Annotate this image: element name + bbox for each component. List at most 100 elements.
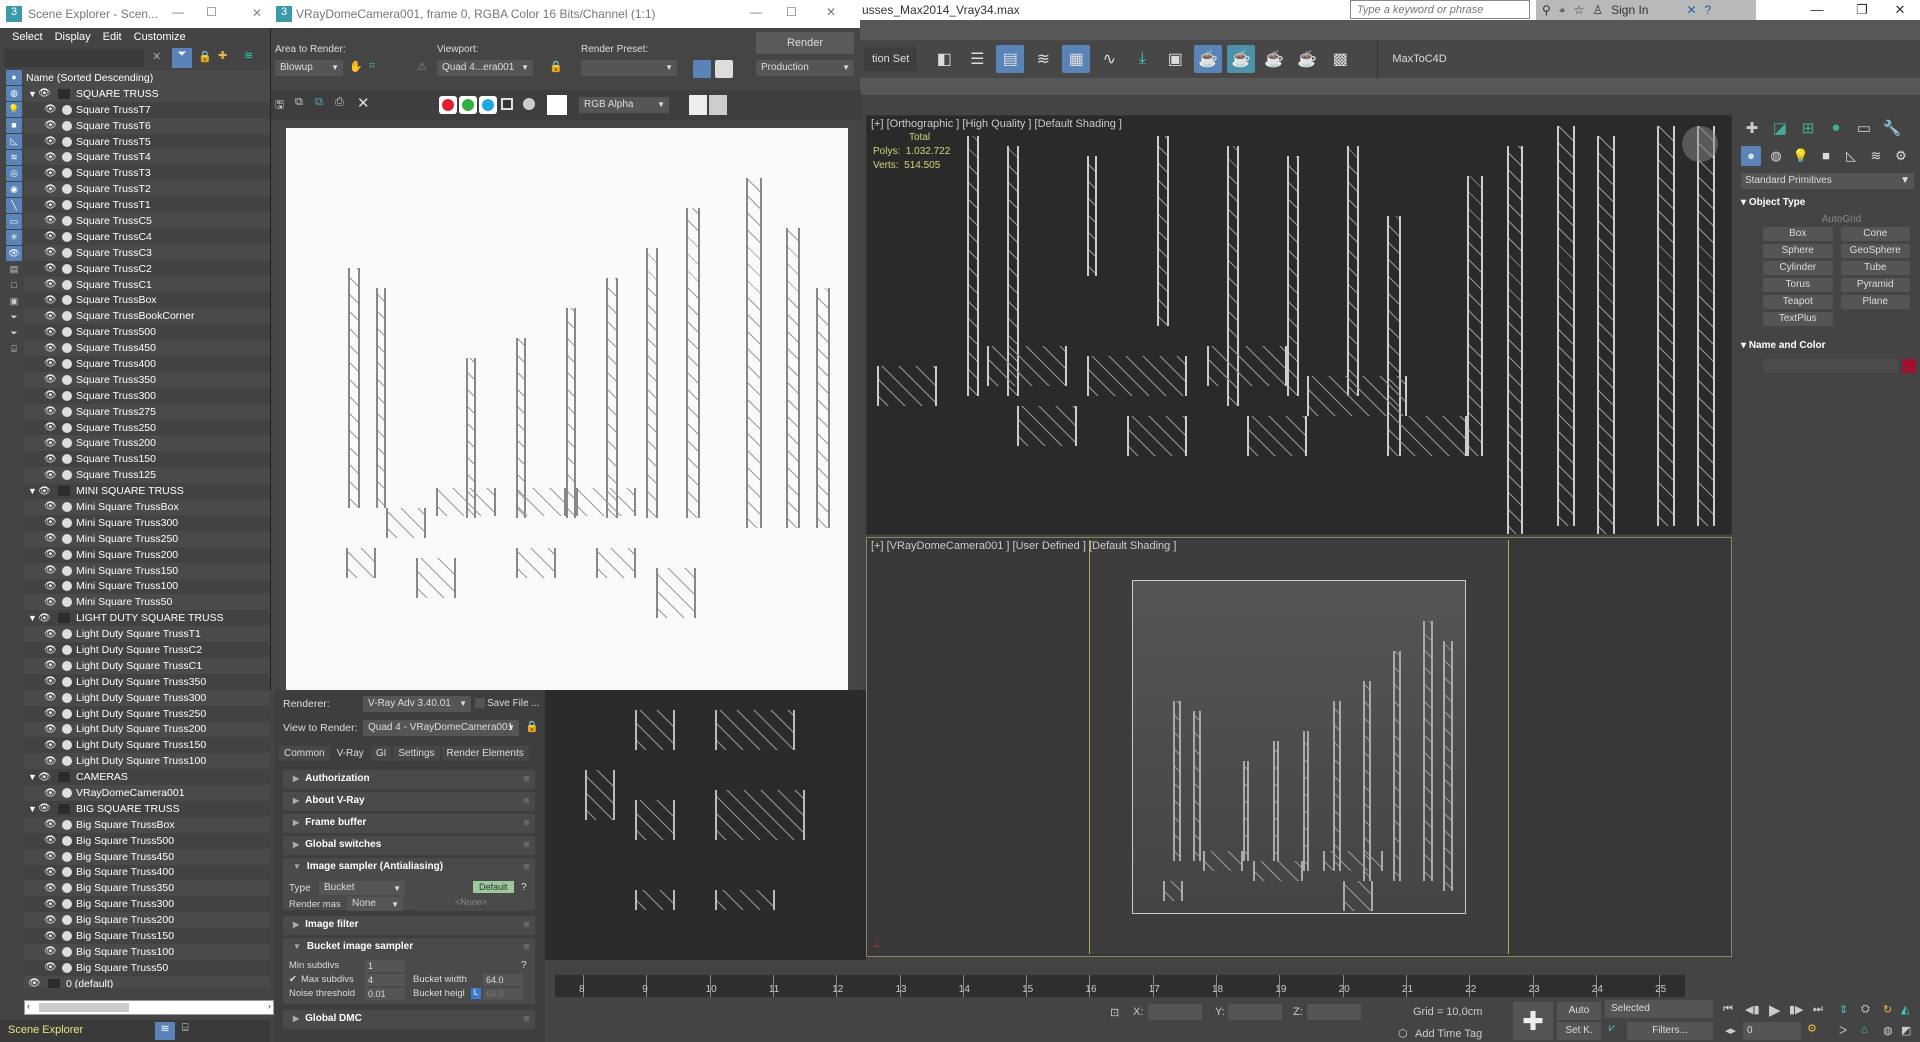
object-type-rollout[interactable]: ▾ Object Type xyxy=(1735,193,1920,212)
create-torus-button[interactable]: Torus xyxy=(1763,278,1833,292)
create-sphere-button[interactable]: Sphere xyxy=(1763,244,1833,258)
sort-by-layer-icon[interactable]: ≋ xyxy=(155,1022,175,1040)
object-row[interactable]: 👁 Light Duty Square TrussT1 xyxy=(24,626,270,643)
name-color-rollout[interactable]: ▾ Name and Color xyxy=(1735,336,1920,355)
category-dropdown[interactable]: Standard Primitives ▼ xyxy=(1741,173,1914,189)
object-row[interactable]: 👁 Square TrussT1 xyxy=(24,197,270,214)
object-row[interactable]: 👁 Light Duty Square Truss350 xyxy=(24,673,270,690)
key-filter-dropdown[interactable]: Selected xyxy=(1605,1000,1713,1018)
help-button[interactable]: ? xyxy=(521,882,527,893)
zoom-all-icon[interactable]: ⛭ xyxy=(1861,1003,1870,1016)
render-setup-icon[interactable]: ☕ xyxy=(1194,45,1223,73)
find-input[interactable] xyxy=(4,49,144,67)
object-row[interactable]: 👁 Light Duty Square TrussC2 xyxy=(24,642,270,658)
object-row[interactable]: 👁 Big Square Truss100 xyxy=(24,943,270,960)
rollout-about-vray[interactable]: ▶ About V-Ray xyxy=(283,792,535,811)
render-setup-icon[interactable] xyxy=(693,60,711,78)
viewport-label[interactable]: [+] [Orthographic ] [High Quality ] [Def… xyxy=(871,118,1122,130)
object-row[interactable]: 👁 Square TrussC5 xyxy=(24,213,270,229)
object-row[interactable]: 👁 Light Duty Square TrussC1 xyxy=(24,657,270,674)
scroll-left-icon[interactable]: ‹ xyxy=(27,1001,30,1011)
max-subdivs-checkbox[interactable]: ✔ xyxy=(289,974,297,985)
previous-frame-icon[interactable]: ◀▮ xyxy=(1745,1003,1760,1016)
material-editor-icon[interactable]: ▣ xyxy=(1161,45,1189,73)
object-row[interactable]: 👁 Square Truss300 xyxy=(24,387,270,404)
eye-icon[interactable]: 👁 xyxy=(44,946,58,957)
expand-toggle-icon[interactable]: ▼ xyxy=(28,613,38,623)
create-box-button[interactable]: Box xyxy=(1763,227,1833,241)
eye-icon[interactable]: 👁 xyxy=(44,247,58,258)
sampler-type-dropdown[interactable]: Bucket xyxy=(319,881,405,895)
eye-icon[interactable]: 👁 xyxy=(44,184,58,195)
orbit-icon[interactable]: ↻ xyxy=(1883,1003,1892,1016)
display-correction-icon[interactable] xyxy=(689,95,707,115)
eye-icon[interactable]: 👁 xyxy=(44,740,58,751)
set-key-button[interactable]: Set K. xyxy=(1557,1022,1601,1040)
eye-icon[interactable]: 👁 xyxy=(44,724,58,735)
copy-icon[interactable]: ⧉ xyxy=(315,96,323,109)
bucket-height-spinner[interactable]: 64.0 xyxy=(483,988,523,1000)
binoculars-icon[interactable]: ⚲ xyxy=(1542,3,1551,17)
object-row[interactable]: 👁 Light Duty Square Truss150 xyxy=(24,737,270,754)
tab-gi[interactable]: GI xyxy=(370,746,392,761)
eye-icon[interactable]: 👁 xyxy=(44,120,58,131)
horizontal-scrollbar[interactable]: ‹ › xyxy=(24,1000,274,1015)
eye-icon[interactable]: 👁 xyxy=(44,915,58,926)
create-tab-icon[interactable]: ✚ xyxy=(1741,119,1763,139)
object-row[interactable]: 👁 Square Truss350 xyxy=(24,371,270,388)
filters-button[interactable]: Filters... xyxy=(1627,1022,1713,1040)
viewport-orthographic[interactable]: [+] [Orthographic ] [High Quality ] [Def… xyxy=(866,115,1732,535)
y-coordinate-field[interactable] xyxy=(1228,1004,1282,1020)
eye-icon[interactable]: 👁 xyxy=(44,819,58,830)
eye-icon[interactable]: 👁 xyxy=(44,517,58,528)
object-color-swatch[interactable] xyxy=(1902,359,1916,373)
object-row[interactable]: 👁 Light Duty Square Truss250 xyxy=(24,705,270,722)
invert-icon[interactable]: ▣ xyxy=(6,294,22,309)
object-name-field[interactable] xyxy=(1763,359,1916,373)
cameras-filter-icon[interactable]: ■ xyxy=(6,118,22,133)
rollout-frame-buffer[interactable]: ▶ Frame buffer xyxy=(283,814,535,833)
object-row[interactable]: 👁 Big Square Truss500 xyxy=(24,832,270,849)
alpha-channel-icon[interactable] xyxy=(501,98,513,110)
lights-icon[interactable]: 💡 xyxy=(1791,146,1811,166)
left-viewport-fragment[interactable] xyxy=(545,690,866,960)
object-row[interactable]: 👁 Mini Square TrussBox xyxy=(24,499,270,515)
red-channel-toggle[interactable] xyxy=(439,96,457,114)
add-time-tag-button[interactable]: Add Time Tag xyxy=(1415,1028,1482,1040)
object-row[interactable]: 👁 Square TrussT4 xyxy=(24,149,270,166)
channel-dropdown[interactable]: RGB Alpha xyxy=(579,97,669,113)
geometry-filter-icon[interactable]: ● xyxy=(6,70,22,85)
lock-icon[interactable]: 🔒 xyxy=(525,720,539,733)
eye-icon[interactable]: 👁 xyxy=(44,136,58,147)
save-file-checkbox[interactable] xyxy=(475,698,485,708)
eye-icon[interactable]: 👁 xyxy=(44,358,58,369)
maximize-button[interactable]: ☐ xyxy=(206,5,217,19)
cameras-icon[interactable]: ■ xyxy=(1816,146,1836,166)
object-row[interactable]: 👁 Square TrussT7 xyxy=(24,101,270,118)
clear-search-icon[interactable]: ✕ xyxy=(152,50,161,63)
object-row[interactable]: 👁 Big Square Truss50 xyxy=(24,959,270,976)
add-layer-icon[interactable]: ✚ xyxy=(218,49,227,62)
eye-icon[interactable]: 👁 xyxy=(44,931,58,942)
layer-row[interactable]: ▼ 👁 CAMERAS xyxy=(24,769,270,786)
object-row[interactable]: 👁 Mini Square Truss250 xyxy=(24,530,270,547)
hierarchy-icon[interactable]: ⌸ xyxy=(6,342,22,357)
object-row[interactable]: 👁 Square Truss400 xyxy=(24,356,270,372)
shapes-icon[interactable]: ◍ xyxy=(1766,146,1786,166)
scroll-right-icon[interactable]: › xyxy=(268,1001,271,1011)
max-subdivs-spinner[interactable]: 4 xyxy=(365,974,405,986)
min-subdivs-spinner[interactable]: 1 xyxy=(365,960,405,972)
eye-icon[interactable]: 👁 xyxy=(44,438,58,449)
pixel-info-icon[interactable] xyxy=(709,95,727,115)
create-pyramid-button[interactable]: Pyramid xyxy=(1840,278,1910,292)
save-image-icon[interactable]: 🖫 xyxy=(275,96,284,115)
rollout-image-filter[interactable]: ▶ Image filter xyxy=(283,916,535,935)
filter-settings-icon[interactable]: ⏷ xyxy=(6,310,22,325)
rendered-image[interactable] xyxy=(286,128,848,690)
next-frame-icon[interactable]: ▮▶ xyxy=(1789,1003,1804,1016)
helpers-icon[interactable]: ◺ xyxy=(1841,146,1861,166)
object-row[interactable]: 👁 Square Truss500 xyxy=(24,324,270,341)
xrefs-filter-icon[interactable]: ◉ xyxy=(6,182,22,197)
clear-icon[interactable]: ✕ xyxy=(357,94,370,112)
orbit-subobject-icon[interactable]: ◍ xyxy=(1883,1024,1893,1037)
